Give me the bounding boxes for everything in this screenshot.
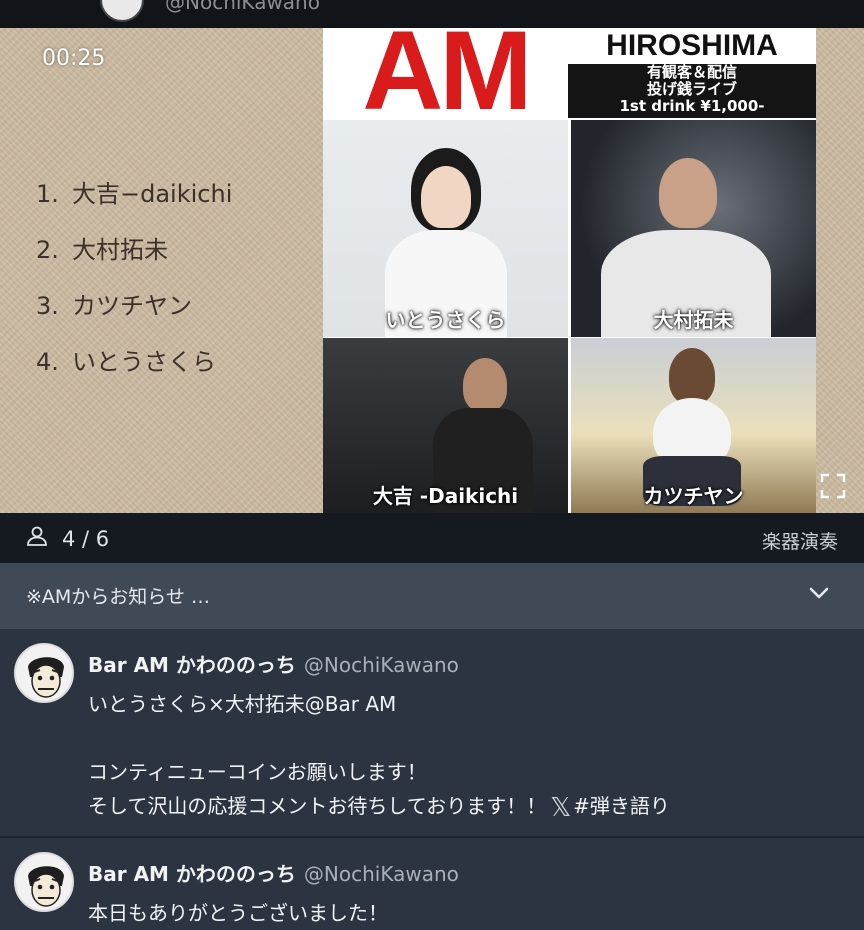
event-poster: AM HIROSHIMA 有観客＆配信 投げ銭ライブ 1st drink ¥1,… (323, 28, 816, 513)
comment-post: Bar AM かわののっち @NochiKawano 本日もありがとうございました… (0, 838, 864, 925)
post-line: 本日もありがとうございました！ (88, 901, 388, 925)
announcement-text: ※AMからお知らせ … (26, 586, 210, 608)
avatar[interactable] (14, 643, 74, 703)
performer-caption: カツチヤン (643, 484, 744, 508)
hashtag[interactable]: #弾き語り (573, 794, 670, 818)
category-tag[interactable]: 楽器演奏 (762, 527, 838, 554)
avatar[interactable] (14, 852, 74, 912)
poster-info: HIROSHIMA 有観客＆配信 投げ銭ライブ 1st drink ¥1,000… (568, 28, 816, 118)
post-author[interactable]: Bar AM かわののっち @NochiKawano (88, 858, 459, 887)
avatar[interactable] (100, 0, 144, 22)
top-bar: @NochiKawano (0, 0, 864, 28)
person-icon (26, 525, 48, 552)
video-player[interactable]: 00:25 1. 大吉−daikichi 2. 大村拓未 3. カツチヤン 4. いとう… (0, 28, 864, 513)
performer-photo: 大村拓未 (571, 120, 816, 337)
stream-meta-bar: 4 / 6 楽器演奏 (0, 513, 864, 563)
chevron-down-icon[interactable] (808, 585, 830, 604)
performer-photo: いとうさくら (323, 120, 568, 337)
setlist-item: 4. いとうさくら (36, 348, 216, 376)
announcement-bar[interactable]: ※AMからお知らせ … (0, 563, 864, 629)
performer-caption: 大吉 -Daikichi (372, 484, 519, 508)
setlist: 1. 大吉−daikichi 2. 大村拓未 3. カツチヤン 4. いとうさくら (36, 174, 232, 398)
poster-logo: AM (323, 28, 568, 118)
performer-caption: 大村拓未 (653, 308, 734, 332)
post-line: いとうさくら×大村拓未@Bar AM (88, 692, 397, 716)
setlist-item: 1. 大吉−daikichi (36, 180, 233, 208)
post-line-with-tag: そして沢山の応援コメントお待ちしております！！ 𝕏 #弾き語り (88, 793, 670, 823)
x-logo-icon: 𝕏 (550, 793, 572, 823)
performer-caption: いとうさくら (385, 308, 506, 332)
post-handle: @NochiKawano (303, 862, 459, 886)
post-author[interactable]: Bar AM かわののっち @NochiKawano (88, 649, 459, 678)
fullscreen-icon[interactable] (820, 473, 846, 499)
video-timecode: 00:25 (42, 46, 106, 71)
poster-city: HIROSHIMA (568, 28, 816, 64)
viewer-count: 4 / 6 (26, 525, 109, 552)
setlist-item: 3. カツチヤン (36, 292, 192, 320)
viewer-count-text: 4 / 6 (62, 526, 110, 551)
setlist-item: 2. 大村拓未 (36, 236, 168, 264)
poster-line: 1st drink ¥1,000- (619, 97, 765, 115)
post-handle: @NochiKawano (303, 653, 459, 677)
comment-post: Bar AM かわののっち @NochiKawano いとうさくら×大村拓未@Ba… (0, 629, 864, 836)
poster-line: 有観客＆配信 (646, 63, 737, 81)
performer-photo: 大吉 -Daikichi (323, 338, 568, 513)
post-line: コンティニューコインお願いします！ (88, 760, 427, 784)
channel-handle: @NochiKawano (165, 0, 320, 14)
poster-line: 投げ銭ライブ (646, 80, 737, 98)
performer-photo: カツチヤン (571, 338, 816, 513)
